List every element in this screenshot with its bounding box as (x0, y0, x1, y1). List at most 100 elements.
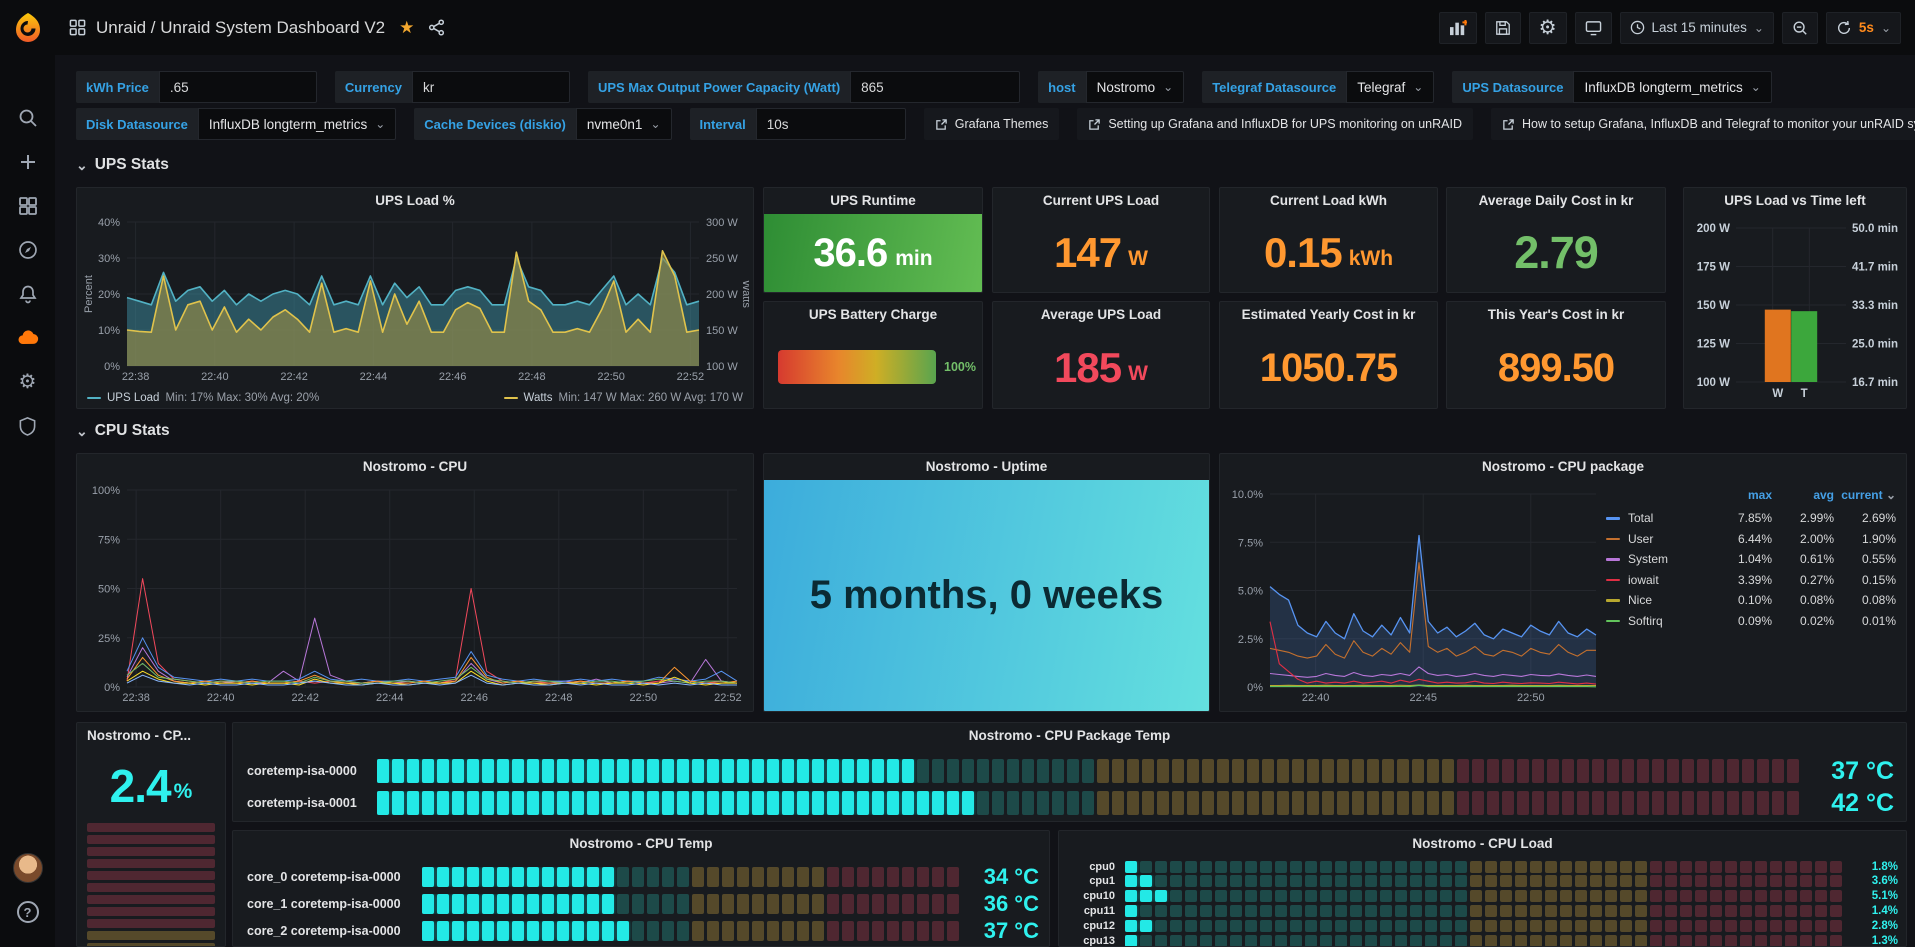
led-cell (902, 791, 914, 815)
link-unraid-monitoring-guide[interactable]: How to setup Grafana, InfluxDB and Teleg… (1491, 108, 1915, 140)
led-cell (1575, 861, 1587, 873)
led-gauge[interactable] (377, 791, 1812, 815)
ups-load-vs-time-chart[interactable]: 100 W16.7 min125 W25.0 min150 W33.3 min1… (1684, 218, 1906, 402)
legend-col-avg[interactable]: avg (1772, 488, 1834, 502)
cpu-package-legend-table: max avg current ⌄ Total7.85%2.99%2.69%Us… (1606, 488, 1896, 631)
svg-text:300 W: 300 W (706, 217, 738, 229)
create-plus-icon[interactable] (0, 144, 55, 180)
favorite-star-icon[interactable]: ★ (399, 18, 414, 38)
ups-datasource-select[interactable]: InfluxDB longterm_metrics⌄ (1573, 71, 1771, 103)
led-gauge[interactable] (1125, 861, 1844, 873)
led-cell (722, 894, 734, 914)
search-icon[interactable] (0, 100, 55, 136)
led-cell (1290, 861, 1302, 873)
legend-col-current[interactable]: current ⌄ (1834, 488, 1896, 502)
legend-ups-load[interactable]: UPS Load Min: 17% Max: 30% Avg: 20% (87, 392, 319, 404)
led-cell (557, 894, 569, 914)
led-cell (1545, 861, 1557, 873)
led-cell (1305, 861, 1317, 873)
share-icon[interactable] (428, 19, 445, 36)
section-ups-stats[interactable]: ⌄ UPS Stats (76, 156, 169, 174)
dashboard-title[interactable]: Unraid / Unraid System Dashboard V2 (96, 18, 385, 38)
led-gauge[interactable] (1125, 920, 1844, 932)
add-panel-button[interactable] (1439, 12, 1477, 44)
legend-watts[interactable]: Watts Min: 147 W Max: 260 W Avg: 170 W (504, 392, 743, 404)
section-cpu-stats[interactable]: ⌄ CPU Stats (76, 422, 170, 440)
alerting-bell-icon[interactable] (0, 276, 55, 312)
led-cell (1785, 890, 1797, 902)
led-cell (797, 759, 809, 783)
led-cell (962, 759, 974, 783)
led-gauge[interactable] (422, 921, 963, 941)
explore-compass-icon[interactable] (0, 232, 55, 268)
led-cell (1560, 920, 1572, 932)
dashboards-icon[interactable] (0, 188, 55, 224)
led-cell (1607, 791, 1619, 815)
led-cell (1755, 861, 1767, 873)
link-ups-monitoring-guide[interactable]: Setting up Grafana and InfluxDB for UPS … (1077, 108, 1473, 140)
link-grafana-themes[interactable]: Grafana Themes (924, 108, 1060, 140)
grafana-logo[interactable] (0, 0, 55, 55)
led-cell (1440, 905, 1452, 917)
admin-shield-icon[interactable] (0, 408, 55, 444)
led-cell (1485, 935, 1497, 947)
led-gauge[interactable] (377, 759, 1812, 783)
legend-row-total[interactable]: Total7.85%2.99%2.69% (1606, 508, 1896, 529)
cpu-package-chart[interactable]: 0%2.5%5.0%7.5%10.0%22:4022:4522:50 (1224, 484, 1602, 705)
led-cell (1650, 875, 1662, 887)
cloud-app-icon[interactable] (0, 320, 55, 356)
led-cell (887, 921, 899, 941)
led-cell (1725, 875, 1737, 887)
dashboard-grid-icon[interactable] (69, 19, 86, 36)
help-icon[interactable]: ? (0, 894, 55, 930)
panel-title[interactable]: UPS Load % (77, 188, 753, 214)
dashboard-settings-button[interactable]: ⚙ (1529, 12, 1567, 44)
user-avatar[interactable] (0, 850, 55, 886)
legend-row-user[interactable]: User6.44%2.00%1.90% (1606, 529, 1896, 550)
led-gauge[interactable] (422, 894, 963, 914)
currency-input[interactable]: kr (412, 71, 570, 103)
led-cell (1170, 890, 1182, 902)
led-gauge[interactable] (1125, 890, 1844, 902)
led-cell (1575, 905, 1587, 917)
led-cell (1487, 759, 1499, 783)
refresh-button[interactable]: 5s ⌄ (1826, 12, 1901, 44)
cycle-view-button[interactable] (1575, 12, 1612, 44)
cache-devices-select[interactable]: nvme0n1⌄ (576, 108, 672, 140)
led-cell (1410, 935, 1422, 947)
legend-col-max[interactable]: max (1710, 488, 1772, 502)
interval-input[interactable]: 10s (756, 108, 906, 140)
led-cell (647, 921, 659, 941)
led-cell (1755, 875, 1767, 887)
ups-max-input[interactable]: 865 (850, 71, 1020, 103)
led-cell (1425, 905, 1437, 917)
led-cell (1515, 920, 1527, 932)
led-cell (437, 791, 449, 815)
led-gauge[interactable] (1125, 875, 1844, 887)
avg-daily-cost-value: 2.79 (1447, 214, 1665, 292)
legend-row-nice[interactable]: Nice0.10%0.08%0.08% (1606, 590, 1896, 611)
disk-datasource-select[interactable]: InfluxDB longterm_metrics⌄ (198, 108, 396, 140)
cpu-chart[interactable]: 0%25%50%75%100%22:3822:4022:4222:4422:46… (81, 480, 745, 705)
save-dashboard-button[interactable] (1485, 12, 1521, 44)
led-gauge[interactable] (1125, 935, 1844, 947)
zoom-out-button[interactable] (1782, 12, 1818, 44)
ups-load-chart[interactable]: 0%100 W10%150 W20%200 W30%250 W40%300 W2… (81, 214, 749, 384)
legend-row-system[interactable]: System1.04%0.61%0.55% (1606, 549, 1896, 570)
led-cell (1350, 920, 1362, 932)
host-select[interactable]: Nostromo⌄ (1086, 71, 1185, 103)
led-cell (1650, 890, 1662, 902)
legend-row-iowait[interactable]: iowait3.39%0.27%0.15% (1606, 570, 1896, 591)
led-gauge[interactable] (422, 867, 963, 887)
led-cell (947, 867, 959, 887)
led-cell (1667, 791, 1679, 815)
time-range-picker[interactable]: Last 15 minutes ⌄ (1620, 12, 1774, 44)
configuration-gear-icon[interactable]: ⚙ (0, 364, 55, 400)
panel-cpu-mini: Nostromo - CP... 2.4 % (76, 722, 226, 947)
telegraf-datasource-select[interactable]: Telegraf⌄ (1346, 71, 1434, 103)
led-cell (1140, 861, 1152, 873)
legend-row-softirq[interactable]: Softirq0.09%0.02%0.01% (1606, 611, 1896, 632)
led-gauge[interactable] (1125, 905, 1844, 917)
panel-ups-battery-charge: UPS Battery Charge 100% (763, 301, 983, 409)
kwh-price-input[interactable]: .65 (159, 71, 317, 103)
